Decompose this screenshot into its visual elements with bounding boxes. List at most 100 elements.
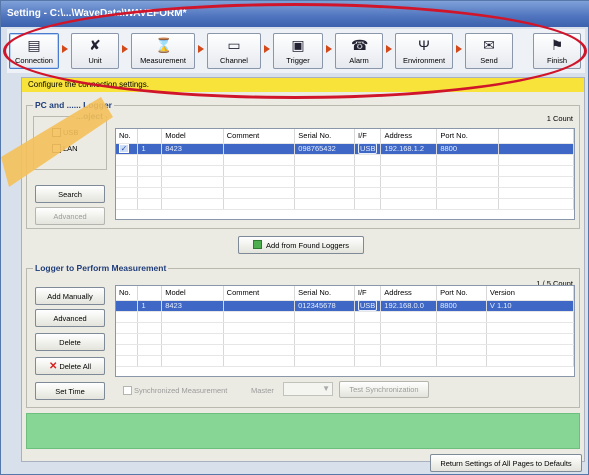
channel-step-label: Channel (220, 56, 248, 65)
step-arrow-icon (122, 45, 128, 53)
step-arrow-icon (326, 45, 332, 53)
trigger-step-label: Trigger (286, 56, 310, 65)
col-comment: Comment (223, 286, 296, 301)
found-loggers-title: PC and ...... Logger (33, 100, 114, 110)
finish-step-label: Finish (546, 56, 567, 65)
connection-step-button[interactable]: ▤ Connection (9, 33, 59, 69)
lan-checkbox[interactable]: LAN (52, 144, 78, 153)
instruction-banner: Configure the connection settings. (22, 78, 584, 92)
connection-type-title: ...oject (74, 111, 105, 121)
tools-icon: ✘ (89, 37, 101, 53)
add-manually-button[interactable]: Add Manually (35, 287, 105, 305)
measurement-step-button[interactable]: ⌛ Measurement (131, 33, 195, 69)
send-step-button[interactable]: ✉ Send (465, 33, 513, 69)
measurement-loggers-table[interactable]: No. Model Comment Serial No. I/F Address… (115, 285, 575, 377)
delete-all-button[interactable]: ✕ Delete All (35, 357, 105, 375)
lan-checkbox-box[interactable] (52, 144, 61, 153)
unit-step-button[interactable]: ✘ Unit (71, 33, 119, 69)
measurement-loggers-title: Logger to Perform Measurement (33, 263, 169, 273)
col-address: Address (380, 129, 438, 144)
cell-comment (223, 300, 296, 312)
sync-label: Synchronized Measurement (134, 386, 228, 395)
finish-step-button[interactable]: ⚑ Finish (533, 33, 581, 69)
col-port: Port No. (436, 129, 499, 144)
step-arrow-icon (62, 45, 68, 53)
connection-step-label: Connection (15, 56, 53, 65)
found-loggers-group: PC and ...... Logger ...oject USB LAN Se… (26, 100, 580, 229)
col-no: No. (116, 286, 139, 301)
cell-no: 1 (137, 143, 163, 155)
connection-type-group: ...oject USB LAN (33, 111, 107, 170)
usb-checkbox-box[interactable] (52, 128, 61, 137)
row-checkbox[interactable]: ✓ (119, 144, 129, 153)
wizard-toolbar: ▤ Connection ✘ Unit ⌛ Measurement ▭ Chan… (7, 29, 585, 73)
search-button[interactable]: Search (35, 185, 105, 203)
col-serial: Serial No. (294, 286, 355, 301)
measurement-loggers-group: Logger to Perform Measurement 1 / 5 Coun… (26, 263, 580, 408)
usb-checkbox[interactable]: USB (52, 128, 78, 137)
alarm-step-button[interactable]: ☎ Alarm (335, 33, 383, 69)
table-row[interactable]: 1 8423 012345678 USB 192.168.0.0 8800 V … (116, 300, 574, 312)
col-if: I/F (354, 129, 382, 144)
step-arrow-icon (386, 45, 392, 53)
cell-address: 192.168.1.2 (380, 143, 438, 155)
col-address: Address (380, 286, 438, 301)
cell-if: USB (358, 143, 378, 154)
send-step-label: Send (480, 56, 498, 65)
trigger-icon: ▣ (291, 37, 305, 53)
found-count: 1 Count (546, 114, 573, 123)
cell-if: USB (357, 300, 378, 311)
close-icon: ✕ (48, 361, 58, 372)
environment-step-button[interactable]: Ψ Environment (395, 33, 453, 69)
test-sync-button[interactable]: Test Synchronization (339, 381, 429, 398)
table-header-row: No. Model Comment Serial No. I/F Address… (116, 286, 574, 301)
master-label: Master (251, 386, 274, 395)
alarm-icon: ☎ (351, 37, 369, 53)
return-defaults-button[interactable]: Return Settings of All Pages to Defaults (430, 454, 582, 472)
sync-checkbox-box[interactable] (123, 386, 132, 395)
col-if: I/F (354, 286, 382, 301)
cell-model: 8423 (161, 300, 224, 312)
step-arrow-icon (198, 45, 204, 53)
found-loggers-table[interactable]: No. Model Comment Serial No. I/F Address… (115, 128, 575, 220)
col-version: Version (486, 286, 574, 301)
step-arrow-icon (456, 45, 462, 53)
col-comment: Comment (223, 129, 296, 144)
delete-all-label: Delete All (59, 362, 92, 371)
connection-page: Configure the connection settings. PC an… (21, 77, 585, 472)
cell-version: V 1.10 (486, 300, 574, 312)
measurement-advanced-button[interactable]: Advanced (35, 309, 105, 327)
cell-serial: 098765432 (294, 143, 356, 155)
lan-label: LAN (63, 144, 78, 153)
measurement-step-label: Measurement (140, 56, 186, 65)
cell-no: 1 (137, 300, 163, 312)
unit-step-label: Unit (88, 56, 102, 65)
col-model: Model (161, 129, 224, 144)
chevron-down-icon: ▼ (322, 384, 330, 393)
add-from-found-button[interactable]: Add from Found Loggers (238, 236, 364, 254)
col-serial: Serial No. (294, 129, 356, 144)
status-bar (26, 413, 580, 449)
trigger-step-button[interactable]: ▣ Trigger (273, 33, 323, 69)
sync-measurement-checkbox[interactable]: Synchronized Measurement (123, 386, 227, 395)
set-time-button[interactable]: Set Time (35, 382, 105, 400)
hourglass-icon: ⌛ (155, 37, 173, 53)
step-arrow-icon (264, 45, 270, 53)
waveform-icon: ▭ (227, 37, 241, 53)
channel-step-button[interactable]: ▭ Channel (207, 33, 261, 69)
flag-icon: ⚑ (550, 37, 564, 53)
cell-model: 8423 (161, 143, 224, 155)
cell-serial: 012345678 (294, 300, 355, 312)
col-no: No. (116, 129, 139, 144)
usb-label: USB (63, 128, 79, 137)
send-icon: ✉ (483, 37, 495, 53)
master-select[interactable]: ▼ (283, 382, 333, 396)
table-row[interactable]: ✓ 1 8423 098765432 USB 192.168.1.2 8800 (116, 143, 574, 155)
cell-port: 8800 (436, 300, 487, 312)
cell-address: 192.168.0.0 (380, 300, 438, 312)
col-model: Model (161, 286, 224, 301)
found-advanced-button[interactable]: Advanced (35, 207, 105, 225)
add-icon (253, 240, 263, 249)
delete-button[interactable]: Delete (35, 333, 105, 351)
settings-window: Setting - C:\...\WaveData\WAVEFORM* ▤ Co… (0, 0, 589, 475)
